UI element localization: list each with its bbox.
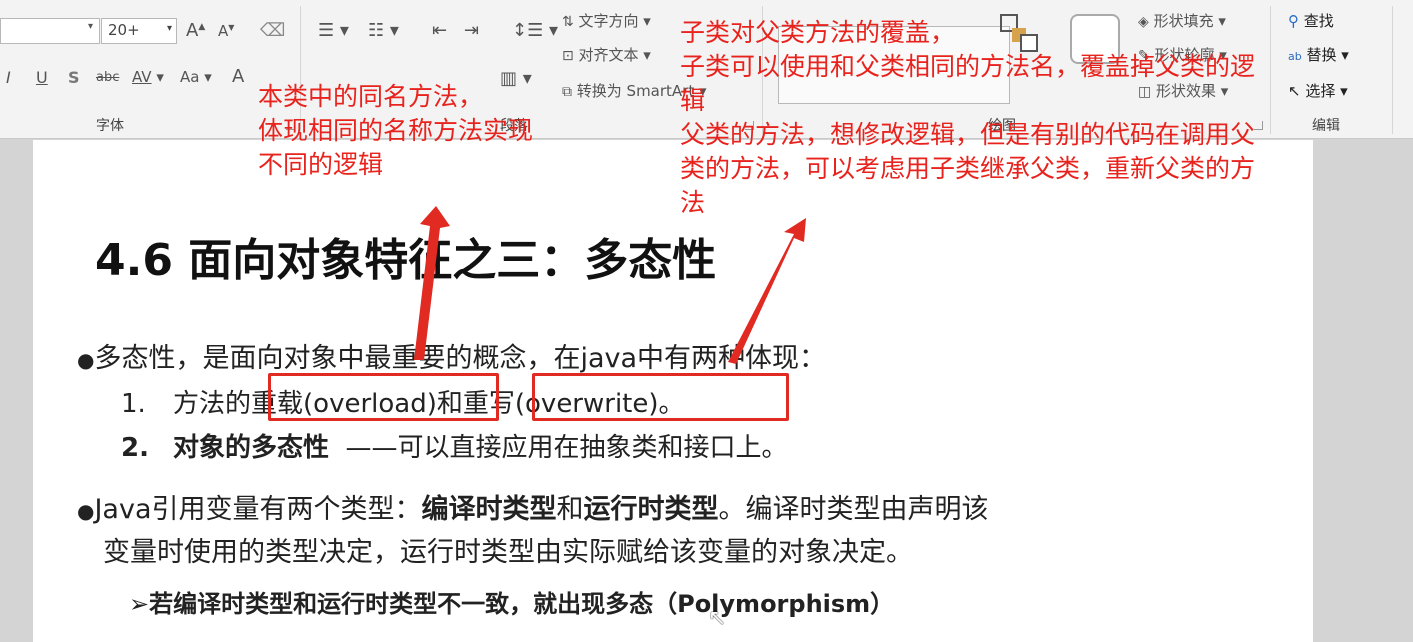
increase-indent-button[interactable]: ⇥: [464, 20, 479, 41]
find-button[interactable]: ⚲ 查找: [1288, 10, 1334, 31]
override-highlight-box: [532, 373, 789, 421]
font-size-dropdown-icon[interactable]: ▾: [167, 23, 172, 34]
overload-highlight-box: [268, 373, 499, 421]
bullets-button[interactable]: ☰ ▾: [318, 20, 349, 41]
workspace-background: [1313, 140, 1413, 642]
right-annotation-line: 父类的方法，想修改逻辑，但是有别的代码在调用父: [680, 120, 1256, 149]
left-annotation-line: 本类中的同名方法，: [258, 82, 484, 111]
underline-button[interactable]: U: [36, 68, 48, 87]
font-color-button[interactable]: A: [232, 66, 244, 87]
strikethrough-button[interactable]: abc: [96, 70, 119, 85]
grow-font-button[interactable]: A▲: [186, 20, 205, 41]
divider: [1392, 6, 1393, 134]
right-annotation-line: 类的方法，可以考虑用子类继承父类，重新父类的方: [680, 154, 1256, 183]
right-annotation-line: 子类可以使用和父类相同的方法名，覆盖掉父类的逻: [680, 52, 1256, 81]
left-annotation: 本类中的同名方法， 体现相同的名称方法实现 不同的逻辑: [258, 80, 533, 182]
select-button[interactable]: ↖ 选择 ▾: [1288, 80, 1348, 101]
bullet-dot-icon: ●: [77, 499, 95, 523]
drawing-dialog-launcher-icon[interactable]: [1254, 121, 1263, 130]
replace-icon: ab: [1288, 50, 1302, 63]
left-annotation-line: 体现相同的名称方法实现: [258, 116, 534, 145]
italic-button[interactable]: I: [6, 68, 11, 87]
align-text-button[interactable]: ⊡ 对齐文本 ▾: [562, 44, 651, 65]
font-name-dropdown-icon[interactable]: ▾: [88, 21, 93, 32]
replace-button[interactable]: ab 替换 ▾: [1288, 44, 1349, 65]
divider: [1270, 6, 1271, 134]
shrink-font-button[interactable]: A▼: [218, 22, 234, 40]
shadow-button[interactable]: S: [68, 68, 80, 87]
font-size-value: 20+: [108, 21, 140, 39]
bullet-2: ●Java引用变量有两个类型：编译时类型和运行时类型。编译时类型由声明该: [77, 494, 989, 525]
right-annotation: 子类对父类方法的覆盖， 子类可以使用和父类相同的方法名，覆盖掉父类的逻 辑 父类…: [680, 16, 1255, 220]
mouse-cursor-icon: ↖: [708, 606, 727, 631]
list-item-2: 2. 对象的多态性 ——可以直接应用在抽象类和接口上。: [121, 433, 788, 463]
line-spacing-button[interactable]: ↕☰ ▾: [512, 20, 558, 41]
sub-bullet: ➢若编译时类型和运行时类型不一致，就出现多态（Polymorphism）: [129, 590, 895, 618]
right-annotation-line: 辑: [680, 86, 706, 115]
char-spacing-button[interactable]: AV ▾: [132, 68, 164, 86]
editing-group-label: 编辑: [1312, 118, 1340, 134]
bullet-1: ●多态性，是面向对象中最重要的概念，在java中有两种体现：: [77, 343, 827, 374]
search-icon: ⚲: [1288, 12, 1299, 30]
numbering-button[interactable]: ☷ ▾: [368, 20, 399, 41]
arrow-bullet-icon: ➢: [129, 590, 150, 618]
clear-format-icon[interactable]: ⌫: [260, 20, 285, 41]
cursor-icon: ↖: [1288, 82, 1301, 100]
font-group-label: 字体: [96, 118, 124, 134]
left-annotation-line: 不同的逻辑: [258, 150, 384, 179]
slide-title: 4.6 面向对象特征之三：多态性: [95, 235, 717, 286]
font-name-box[interactable]: [0, 18, 100, 44]
bullet-2-line-2: 变量时使用的类型决定，运行时类型由实际赋给该变量的对象决定。: [103, 537, 913, 568]
right-annotation-line: 子类对父类方法的覆盖，: [680, 18, 956, 47]
right-annotation-line: 法: [680, 188, 706, 217]
bullet-dot-icon: ●: [77, 348, 95, 372]
change-case-button[interactable]: Aa ▾: [180, 68, 212, 86]
decrease-indent-button[interactable]: ⇤: [432, 20, 447, 41]
text-direction-button[interactable]: ⇅ 文字方向 ▾: [562, 10, 651, 31]
font-size-box[interactable]: 20+ ▾: [101, 18, 177, 44]
